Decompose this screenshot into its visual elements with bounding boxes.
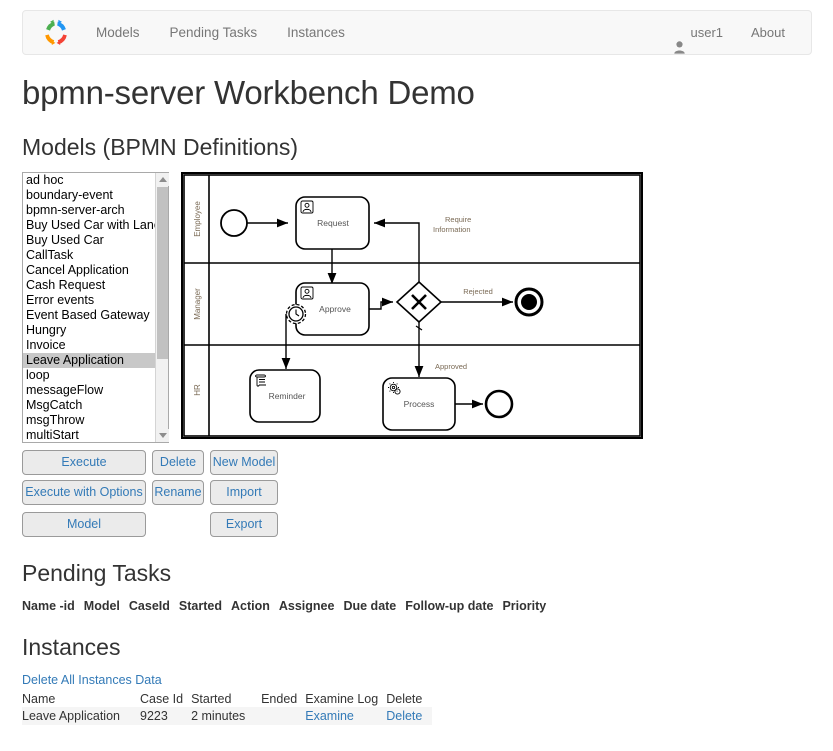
scroll-up-arrow-icon[interactable] [156, 173, 169, 186]
svg-text:Request: Request [317, 218, 349, 228]
instance-name: Leave Application [22, 709, 120, 723]
flow-label-information: Information [433, 225, 471, 234]
delete-all-instances-link[interactable]: Delete All Instances Data [22, 673, 162, 687]
brand-logo[interactable] [31, 10, 81, 55]
list-item[interactable]: Error events [23, 293, 156, 308]
model-list[interactable]: ad hoc boundary-event bpmn-server-arch Buy … [22, 172, 169, 443]
nav-link-instances[interactable]: Instances [272, 10, 360, 55]
lane-label-manager: Manager [193, 288, 202, 320]
pending-column-header: Started [178, 599, 222, 613]
list-item[interactable]: loop [23, 368, 156, 383]
section-heading-pending-tasks: Pending Tasks [22, 560, 172, 586]
bpmn-timer-boundary-event [285, 303, 307, 325]
nav-link-about[interactable]: About [737, 10, 799, 55]
examine-link[interactable]: Examine [305, 709, 354, 723]
list-item[interactable]: Buy Used Car with Lanes [23, 218, 167, 233]
svg-text:Reminder: Reminder [269, 391, 306, 401]
list-item[interactable]: Invoice [23, 338, 156, 353]
bpmn-task-request: Request [295, 196, 370, 250]
list-item[interactable]: msgThrow [23, 413, 156, 428]
bpmn-task-approve: Approve [295, 282, 370, 336]
bpmn-diagram-canvas[interactable]: Employee Manager HR Request Require Info… [181, 172, 643, 439]
user-label: user1 [690, 25, 724, 40]
column-header-delete: Delete [386, 692, 423, 706]
column-header-case-id: Case Id [140, 692, 184, 706]
new-model-button[interactable]: New Model [210, 450, 278, 475]
delete-model-button[interactable]: Delete [152, 450, 204, 475]
pending-column-header: Priority [502, 599, 547, 613]
list-item[interactable]: Leave Application [23, 353, 156, 368]
pending-column-header: Assignee [278, 599, 335, 613]
flow-label-require: Require [445, 215, 471, 224]
pending-column-header: Action [230, 599, 270, 613]
pending-column-header: Model [83, 599, 120, 613]
section-heading-models: Models (BPMN Definitions) [22, 134, 299, 160]
instances-table: Name Case Id Started Ended Examine Log D… [22, 691, 433, 725]
flow-label-approved: Approved [435, 362, 467, 371]
list-item[interactable]: ad hoc [23, 173, 156, 188]
export-button[interactable]: Export [210, 512, 278, 537]
list-item[interactable]: Buy Used Car [23, 233, 156, 248]
instance-case-id: 9223 [140, 709, 168, 723]
column-header-started: Started [191, 692, 232, 706]
navbar: Models Pending Tasks Instances user1 Abo… [22, 10, 812, 55]
list-item[interactable]: Cancel Application [23, 263, 156, 278]
rename-button[interactable]: Rename [152, 480, 204, 505]
list-item[interactable]: Hungry [23, 323, 156, 338]
list-item[interactable]: messageFlow [23, 383, 156, 398]
lane-label-hr: HR [193, 384, 202, 396]
pending-column-header: Follow-up date [405, 599, 494, 613]
user-menu[interactable]: user1 [660, 10, 737, 55]
list-item[interactable]: Event Based Gateway [23, 308, 156, 323]
nav-links: Models Pending Tasks Instances [81, 10, 360, 55]
column-header-examine-log: Examine Log [305, 692, 379, 706]
lane-label-employee: Employee [193, 201, 202, 237]
model-list-items: ad hoc boundary-event bpmn-server-arch Buy … [23, 173, 167, 442]
model-button[interactable]: Model [22, 512, 146, 537]
pending-column-header: CaseId [128, 599, 170, 613]
list-item[interactable]: MsgCatch [23, 398, 156, 413]
bpmn-start-event [220, 209, 248, 237]
nav-link-pending-tasks[interactable]: Pending Tasks [155, 10, 273, 55]
import-button[interactable]: Import [210, 480, 278, 505]
list-item[interactable]: boundary-event [23, 188, 156, 203]
scrollbar-thumb[interactable] [157, 187, 168, 359]
bpmn-task-process: Process [382, 377, 456, 431]
list-item[interactable]: Cash Request [23, 278, 156, 293]
bpmn-task-reminder: Reminder [249, 369, 321, 423]
nav-link-models[interactable]: Models [81, 10, 155, 55]
column-header-ended: Ended [261, 692, 298, 706]
navbar-right: user1 About [660, 10, 811, 55]
instance-started: 2 minutes [191, 709, 246, 723]
column-header-name: Name [22, 692, 56, 706]
bpmn-exclusive-gateway [395, 280, 443, 324]
pending-column-header: Due date [343, 599, 397, 613]
scroll-down-arrow-icon[interactable] [156, 429, 169, 442]
cycle-logo-icon [45, 19, 67, 45]
page-title: bpmn-server Workbench Demo [22, 74, 475, 111]
instance-ended [261, 707, 305, 725]
delete-link[interactable]: Delete [386, 709, 422, 723]
svg-text:Process: Process [404, 399, 435, 409]
execute-with-options-button[interactable]: Execute with Options [22, 480, 146, 505]
list-item[interactable]: multiStart [23, 428, 156, 442]
bpmn-end-event-rejected [514, 287, 544, 317]
pending-tasks-header-row: Name -id Model CaseId Started Action Assignee… [22, 599, 546, 613]
section-heading-instances: Instances [22, 634, 121, 660]
list-item[interactable]: CallTask [23, 248, 156, 263]
instances-header-row: Name Case Id Started Ended Examine Log D… [22, 691, 432, 707]
list-item[interactable]: bpmn-server-arch [23, 203, 156, 218]
bpmn-diagram-svg: Employee Manager HR Request Require Info… [183, 174, 641, 437]
table-row: Leave Application 9223 2 minutes Examine… [22, 707, 433, 725]
flow-label-rejected: Rejected [463, 287, 493, 296]
execute-button[interactable]: Execute [22, 450, 146, 475]
model-list-scrollbar[interactable] [155, 173, 169, 442]
svg-text:Approve: Approve [319, 304, 351, 314]
user-icon [674, 27, 686, 54]
pending-column-header: Name -id [22, 599, 75, 613]
bpmn-end-event-approved [484, 389, 514, 419]
